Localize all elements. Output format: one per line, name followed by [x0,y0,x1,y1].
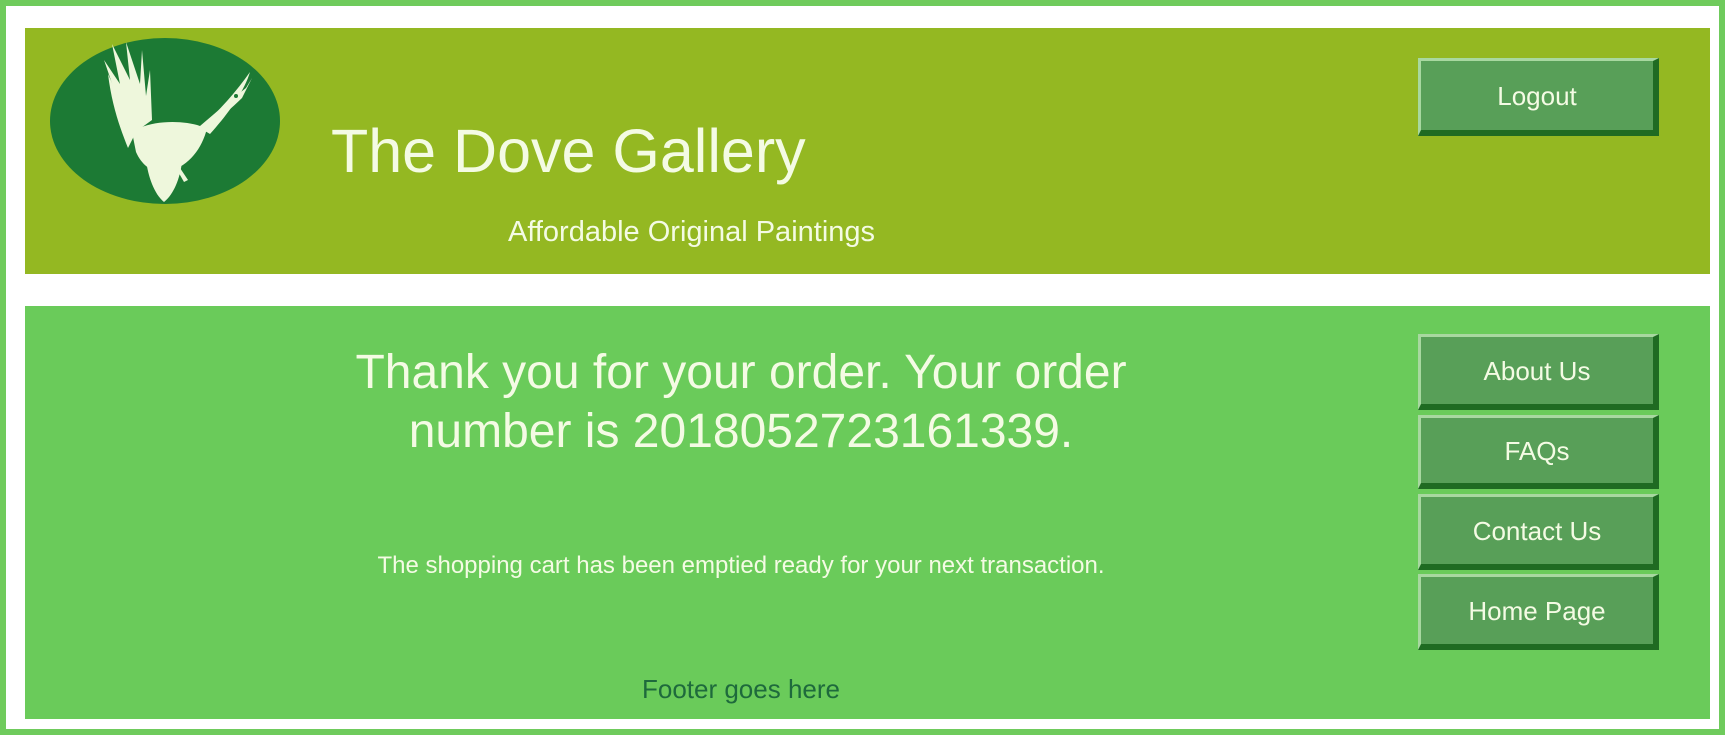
site-tagline: Affordable Original Paintings [508,216,876,248]
page-frame: The Dove Gallery Affordable Original Pai… [0,0,1725,735]
dove-logo-icon [50,38,280,204]
nav-home-page-button[interactable]: Home Page [1418,574,1659,650]
nav-contact-us-button[interactable]: Contact Us [1418,494,1659,570]
order-confirmation-message: Thank you for your order. Your order num… [355,346,1127,458]
footer-text: Footer goes here [641,674,840,704]
main-content: Thank you for your order. Your order num… [25,306,1710,719]
logout-button[interactable]: Logout [1418,58,1659,136]
nav-about-us-button[interactable]: About Us [1418,334,1659,410]
site-header: The Dove Gallery Affordable Original Pai… [25,28,1710,274]
cart-emptied-note: The shopping cart has been emptied ready… [377,552,1105,579]
nav-faqs-button[interactable]: FAQs [1418,415,1659,489]
site-title: The Dove Gallery [331,117,806,185]
